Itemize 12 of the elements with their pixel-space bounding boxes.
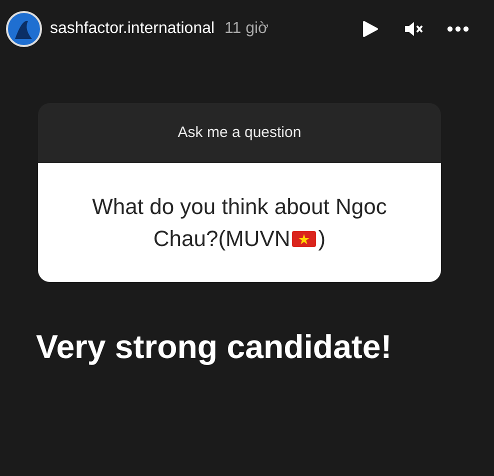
play-icon bbox=[361, 20, 379, 38]
answer-text: Very strong candidate! bbox=[36, 327, 393, 367]
flag-icon bbox=[292, 230, 316, 246]
question-text: ) bbox=[318, 224, 326, 252]
username-link[interactable]: sashfactor.international bbox=[50, 17, 215, 41]
avatar-icon[interactable] bbox=[6, 11, 42, 47]
mute-icon bbox=[404, 20, 424, 38]
card-title: Ask me a question bbox=[38, 103, 441, 163]
post-time: 11 giờ bbox=[224, 19, 269, 39]
question-text: What do you think about Ngoc bbox=[92, 192, 387, 221]
question-text: Chau?(MUVN bbox=[153, 224, 290, 252]
more-icon bbox=[447, 26, 469, 32]
